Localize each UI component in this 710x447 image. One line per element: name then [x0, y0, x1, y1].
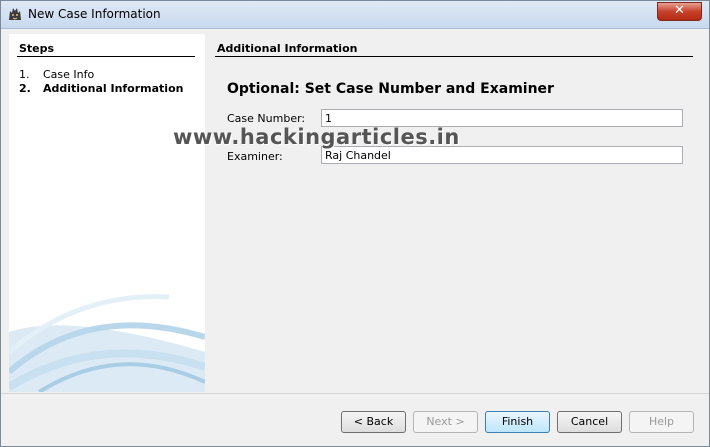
content-panel: Additional Information Optional: Set Cas… — [205, 34, 703, 392]
title-bar[interactable]: New Case Information ✕ — [1, 1, 709, 29]
section-divider — [215, 56, 693, 57]
finish-button[interactable]: Finish — [485, 411, 550, 433]
decorative-swoosh — [9, 294, 205, 392]
next-button[interactable]: Next > — [413, 411, 478, 433]
examiner-label: Examiner: — [227, 150, 283, 163]
close-button[interactable]: ✕ — [657, 2, 702, 21]
step-number: 2. — [19, 82, 31, 95]
step-number: 1. — [19, 68, 30, 81]
panel-heading: Optional: Set Case Number and Examiner — [227, 81, 554, 97]
case-number-label: Case Number: — [227, 112, 306, 125]
window-title: New Case Information — [28, 7, 161, 21]
autopsy-dog-icon — [9, 8, 21, 20]
cancel-button[interactable]: Cancel — [557, 411, 622, 433]
help-button[interactable]: Help — [629, 411, 694, 433]
footer-divider — [1, 393, 709, 394]
section-title: Additional Information — [217, 42, 358, 55]
watermark-text: www.hackingarticles.in — [173, 125, 460, 149]
step-additional-information: 2. Additional Information — [19, 82, 183, 95]
step-label: Additional Information — [43, 82, 184, 95]
step-case-info: 1. Case Info — [19, 68, 94, 81]
back-button[interactable]: < Back — [341, 411, 406, 433]
steps-divider — [17, 56, 195, 57]
steps-panel: Steps 1. Case Info 2. Additional Informati… — [9, 34, 205, 392]
step-label: Case Info — [43, 68, 95, 81]
dialog-window: New Case Information ✕ Steps 1. Case Info… — [0, 0, 710, 447]
steps-title: Steps — [19, 42, 55, 55]
